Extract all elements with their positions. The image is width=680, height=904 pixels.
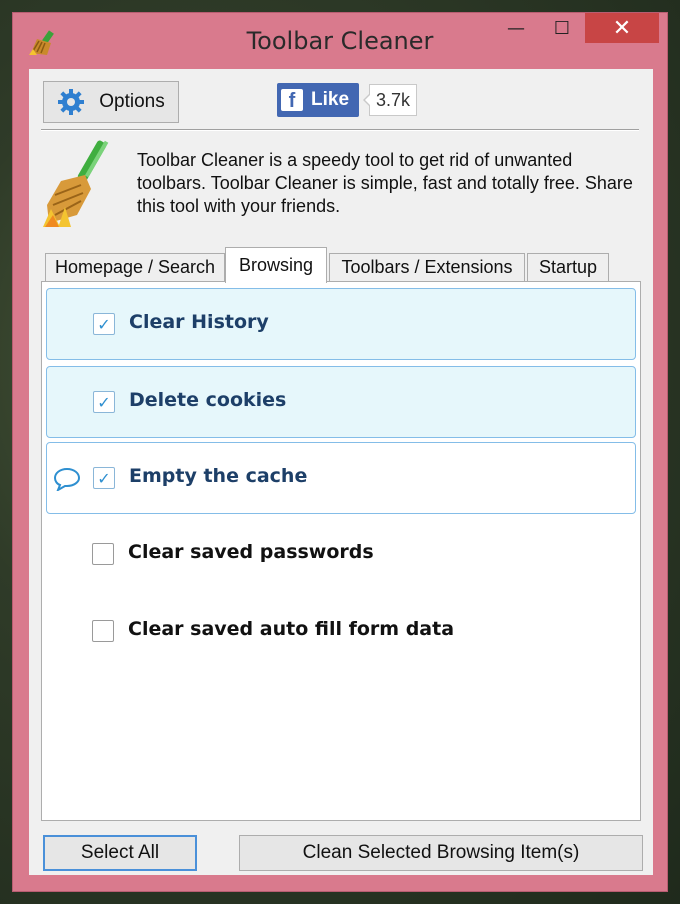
- option-empty-cache[interactable]: ✓ Empty the cache: [46, 442, 636, 514]
- clean-selected-button[interactable]: Clean Selected Browsing Item(s): [239, 835, 643, 871]
- delete-cookies-checkbox[interactable]: ✓: [93, 391, 115, 413]
- tab-browsing[interactable]: Browsing: [225, 247, 327, 283]
- close-button[interactable]: ✕: [585, 13, 659, 43]
- header-divider: [41, 129, 639, 131]
- info-bubble-icon[interactable]: [53, 467, 81, 491]
- tab-startup[interactable]: Startup: [527, 253, 609, 281]
- like-count: 3.7k: [363, 84, 418, 116]
- broom-logo-icon: [43, 140, 109, 227]
- clear-history-label: Clear History: [129, 311, 269, 333]
- clear-autofill-label: Clear saved auto fill form data: [128, 618, 455, 640]
- empty-cache-label: Empty the cache: [129, 465, 308, 487]
- clear-history-checkbox[interactable]: ✓: [93, 313, 115, 335]
- option-clear-autofill[interactable]: Clear saved auto fill form data: [46, 596, 636, 668]
- facebook-like-widget: f Like 3.7k: [277, 83, 418, 117]
- empty-cache-checkbox[interactable]: ✓: [93, 467, 115, 489]
- browsing-panel: ✓ Clear History ✓ Delete cookies ✓ Empty…: [41, 281, 641, 821]
- maximize-button[interactable]: ☐: [539, 13, 585, 43]
- tab-toolbars-extensions[interactable]: Toolbars / Extensions: [329, 253, 525, 281]
- app-window: Toolbar Cleaner — ☐ ✕ Options f Like 3.7…: [12, 12, 668, 892]
- gear-icon: [58, 89, 85, 115]
- tab-homepage-search[interactable]: Homepage / Search: [45, 253, 225, 281]
- option-delete-cookies[interactable]: ✓ Delete cookies: [46, 366, 636, 438]
- minimize-button[interactable]: —: [493, 13, 539, 43]
- options-label: Options: [99, 91, 165, 112]
- facebook-icon: f: [281, 89, 303, 111]
- option-clear-history[interactable]: ✓ Clear History: [46, 288, 636, 360]
- like-label: Like: [311, 89, 350, 110]
- option-clear-passwords[interactable]: Clear saved passwords: [46, 519, 636, 591]
- clear-passwords-label: Clear saved passwords: [128, 541, 374, 563]
- delete-cookies-label: Delete cookies: [129, 389, 287, 411]
- facebook-like-button[interactable]: f Like: [277, 83, 360, 117]
- app-description: Toolbar Cleaner is a speedy tool to get …: [137, 150, 633, 216]
- clear-passwords-checkbox[interactable]: [92, 543, 114, 565]
- title-bar[interactable]: Toolbar Cleaner — ☐ ✕: [13, 13, 667, 69]
- select-all-button[interactable]: Select All: [43, 835, 197, 871]
- clear-autofill-checkbox[interactable]: [92, 620, 114, 642]
- options-button[interactable]: Options: [43, 81, 179, 123]
- client-area: Options f Like 3.7k Toolbar Cleaner is a…: [29, 69, 653, 875]
